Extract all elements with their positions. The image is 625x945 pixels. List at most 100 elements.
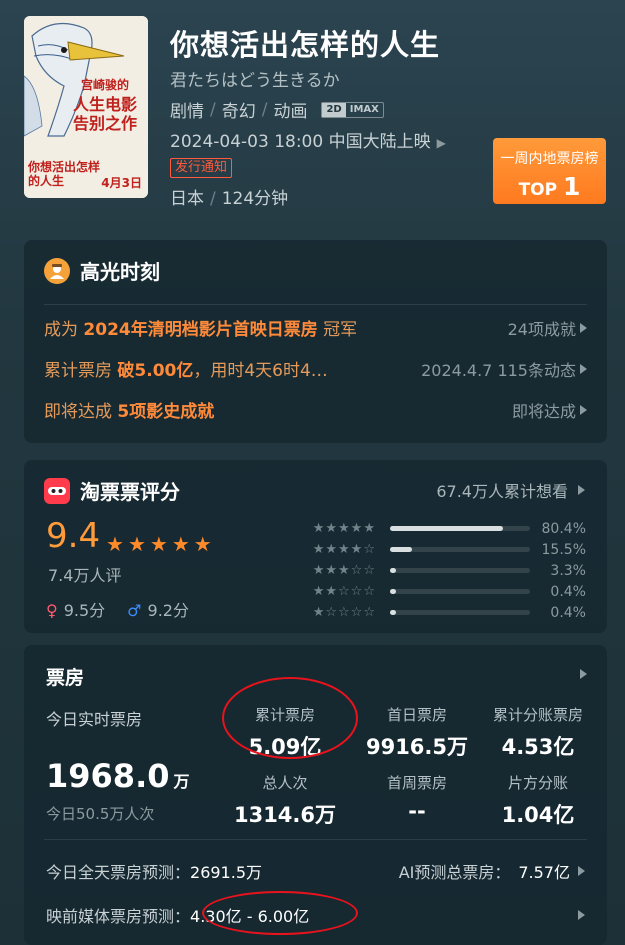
movie-poster[interactable]: 宫崎骏的 人生电影 告别之作 你想活出怎样的人生 4月3日 (24, 16, 148, 198)
forecast-today-value: 2691.5万 (190, 863, 263, 882)
separator: / (210, 189, 216, 209)
highlight-row-1[interactable]: 成为 2024年清明档影片首映日票房 冠军 24项成就 (44, 315, 587, 340)
highlight-2-suffix: ，用时4天6时4… (193, 361, 328, 381)
male-icon: ♂ (127, 601, 142, 620)
release-date: 2024-04-03 18:00 中国大陆上映 (170, 132, 431, 152)
four-stars-icon: ★★★★☆ (312, 542, 376, 557)
movie-duration: 124分钟 (221, 189, 289, 209)
distribution-bar (390, 610, 530, 615)
today-value-number: 1968.0 (46, 757, 170, 795)
total-viewers-label: 总人次 (262, 774, 308, 792)
ai-forecast-label: AI预测总票房： (398, 863, 511, 882)
distribution-bar-fill (390, 610, 396, 615)
red-annotation-circle (202, 891, 358, 935)
release-notice-tag[interactable]: 发行通知 (170, 158, 233, 178)
forecast-today-label: 今日全天票房预测： (46, 863, 191, 882)
chevron-right-icon[interactable] (580, 669, 587, 679)
highlight-3-prefix: 即将达成 (44, 402, 118, 422)
weekly-rank-badge[interactable]: 一周内地票房榜 TOP 1 (493, 138, 606, 204)
first-day-cell: 首日票房 9916.5万 (352, 704, 482, 761)
movie-title: 你想活出怎样的人生 (170, 28, 441, 62)
chevron-right-icon (578, 485, 585, 495)
poster-headline-1: 宫崎骏的 (80, 78, 129, 92)
rank-number: 1 (563, 172, 581, 201)
producer-share-label: 片方分账 (507, 774, 568, 792)
distribution-percent: 3.3% (550, 562, 586, 579)
rating-stars: ★ ★ ★ ★ ★ (106, 534, 212, 554)
star-icon: ★ (193, 532, 212, 556)
distribution-row: ★☆☆☆☆ 0.4% (288, 602, 588, 623)
distribution-row: ★★★☆☆ 3.3% (288, 560, 588, 581)
taopiaopiao-logo-icon (44, 477, 70, 504)
today-viewers: 今日50.5万人次 (46, 805, 155, 823)
highlight-2-prefix: 累计票房 (44, 361, 118, 381)
separator: / (261, 99, 268, 120)
rating-title: 淘票票评分 (80, 480, 180, 504)
genre-1: 剧情 (170, 102, 204, 122)
divider (44, 304, 587, 305)
highlight-2-em: 破5.00亿 (117, 361, 194, 381)
today-box-office-value: 1968.0 万 (46, 757, 190, 795)
split-box-office-label: 累计分账票房 (492, 706, 583, 724)
rating-score: 9.4 (46, 516, 101, 556)
distribution-percent: 0.4% (550, 604, 586, 621)
today-value-unit: 万 (173, 772, 190, 791)
highlight-3-right: 即将达成 (511, 401, 576, 421)
highlight-1-suffix: 冠军 (317, 320, 358, 340)
highlight-row-2[interactable]: 累计票房 破5.00亿，用时4天6时4… 2024.4.7 115条动态 (44, 356, 587, 381)
rater-count: 7.4万人评 (48, 566, 122, 585)
male-score: 9.2分 (147, 601, 189, 620)
highlight-1-em: 2024年清明档影片首映日票房 (83, 320, 318, 340)
rating-card: 淘票票评分 67.4万人累计想看 9.4 ★ ★ ★ ★ ★ 7.4万人评 ♀ 9… (24, 460, 607, 633)
distribution-row: ★★☆☆☆ 0.4% (288, 581, 588, 602)
chevron-right-icon (578, 910, 585, 920)
red-annotation-circle (222, 677, 358, 759)
weekly-rank-label: 一周内地票房榜 (500, 151, 599, 167)
distribution-percent: 0.4% (550, 583, 586, 600)
distribution-percent: 80.4% (541, 520, 586, 537)
five-stars-icon: ★★★★★ (312, 521, 376, 536)
first-week-label: 首周票房 (386, 774, 447, 792)
highlight-row-3[interactable]: 即将达成 5项影史成就 即将达成 (44, 397, 587, 422)
producer-share-value: 1.04亿 (501, 803, 575, 827)
poster-headline-2: 人生电影 (72, 95, 137, 114)
distribution-bar (390, 568, 530, 573)
separator: / (210, 99, 216, 120)
want-to-see[interactable]: 67.4万人累计想看 (436, 478, 585, 502)
chevron-right-icon (578, 866, 585, 876)
genre-2: 奇幻 (221, 102, 256, 122)
want-to-see-count: 67.4万人累计想看 (436, 482, 568, 501)
format-2d: 2D (322, 102, 346, 117)
movie-header: 宫崎骏的 人生电影 告别之作 你想活出怎样的人生 4月3日 你想活出怎样的人生 … (0, 0, 625, 230)
chevron-right-icon (580, 322, 587, 333)
forecast-row[interactable]: 今日全天票房预测：2691.5万 AI预测总票房： 7.57亿 (46, 859, 585, 883)
poster-date: 4月3日 (101, 176, 142, 190)
genre-3: 动画 (273, 102, 308, 122)
distribution-bar (390, 589, 530, 594)
highlight-2-right: 2024.4.7 115条动态 (421, 360, 576, 380)
split-box-office-value: 4.53亿 (501, 735, 575, 759)
poster-title-art: 你想活出怎样的人生 (28, 160, 101, 188)
highlight-1-right: 24项成就 (507, 319, 576, 339)
box-office-card: 票房 今日实时票房 1968.0 万 今日50.5万人次 累计票房 5.09亿 首… (24, 645, 607, 945)
female-icon: ♀ (46, 601, 58, 620)
total-viewers-value: 1314.6万 (233, 803, 337, 827)
highlight-1-prefix: 成为 (44, 320, 84, 340)
divider (44, 839, 587, 840)
movie-country: 日本 (170, 189, 204, 209)
highlights-title: 高光时刻 (80, 260, 160, 284)
distribution-bar-fill (390, 547, 412, 552)
star-icon: ★ (149, 532, 168, 556)
star-icon: ★ (127, 532, 146, 556)
star-icon: ★ (106, 532, 124, 556)
release-info[interactable]: 2024-04-03 18:00 中国大陆上映 ▶ (170, 127, 446, 152)
first-week-cell: 首周票房 -- (352, 772, 482, 823)
poster-headline-3: 告别之作 (72, 114, 137, 133)
box-office-title: 票房 (46, 667, 85, 689)
distribution-bar (390, 526, 530, 531)
today-box-office-label: 今日实时票房 (46, 710, 143, 729)
format-badge: 2D IMAX (321, 101, 384, 118)
play-arrow-icon: ▶ (436, 136, 446, 150)
distribution-bar (390, 547, 530, 552)
rating-header: 淘票票评分 (44, 476, 180, 505)
